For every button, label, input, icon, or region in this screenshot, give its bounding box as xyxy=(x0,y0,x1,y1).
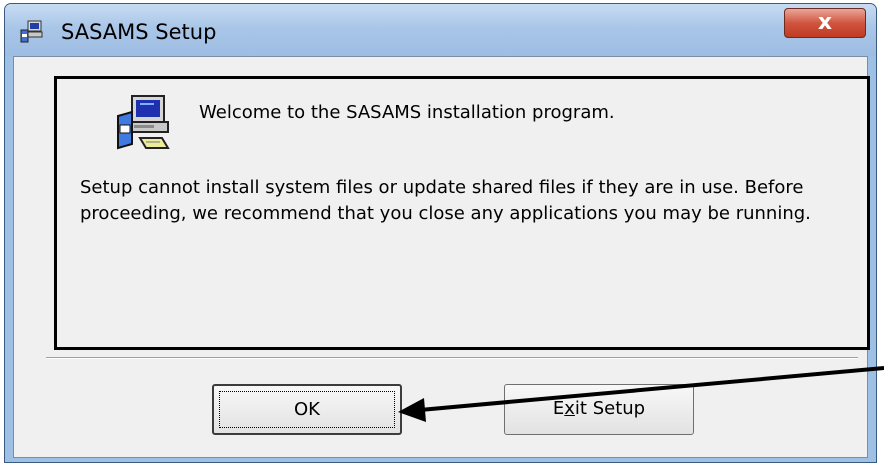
computer-setup-icon xyxy=(117,95,170,150)
exit-label-rest: it Setup xyxy=(574,398,646,419)
message-panel: Welcome to the SASAMS installation progr… xyxy=(54,76,870,350)
dialog-body: Welcome to the SASAMS installation progr… xyxy=(13,56,870,458)
title-bar[interactable]: SASAMS Setup x xyxy=(5,4,876,56)
exit-setup-button[interactable]: Exit Setup xyxy=(504,384,694,435)
separator xyxy=(46,357,858,359)
exit-label-start: E xyxy=(552,398,565,419)
close-button[interactable]: x xyxy=(784,8,866,38)
window-title: SASAMS Setup xyxy=(61,20,217,44)
ok-button-label: OK xyxy=(294,399,320,420)
warning-text: Setup cannot install system files or upd… xyxy=(80,177,811,224)
setup-window: SASAMS Setup x Welcome to the SASAMS ins… xyxy=(4,3,877,463)
ok-button[interactable]: OK xyxy=(212,384,402,435)
close-icon: x xyxy=(817,10,833,35)
exit-mnemonic: x xyxy=(564,398,575,419)
exit-setup-button-label: Exit Setup xyxy=(505,398,693,419)
setup-app-icon xyxy=(20,20,43,43)
welcome-text: Welcome to the SASAMS installation progr… xyxy=(199,102,615,123)
